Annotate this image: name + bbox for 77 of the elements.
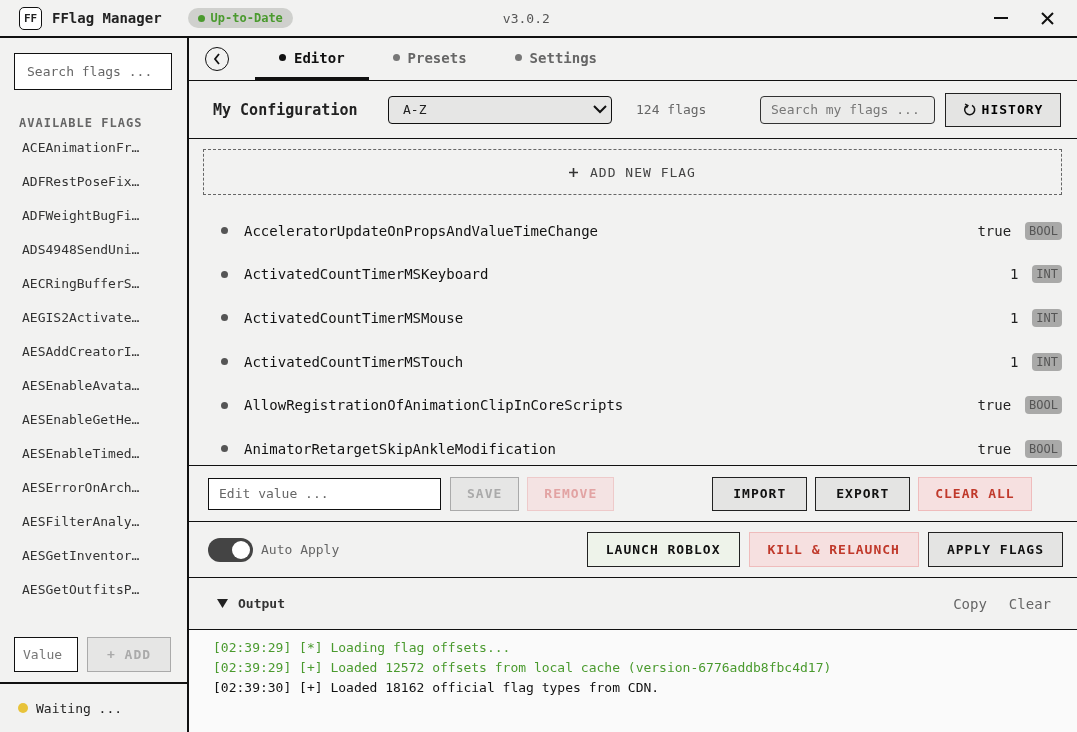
bullet-icon: [221, 358, 228, 366]
flag-list-item[interactable]: AESEnableGetHe…: [14, 402, 171, 436]
collapse-caret-icon[interactable]: [217, 599, 228, 608]
type-tag: BOOL: [1025, 221, 1062, 240]
tab[interactable]: Settings: [490, 38, 622, 80]
output-action-button[interactable]: Copy: [941, 595, 987, 612]
version-label: v3.0.2: [502, 10, 551, 26]
action-button[interactable]: KILL & RELAUNCH: [748, 532, 919, 567]
action-button[interactable]: LAUNCH ROBLOX: [586, 532, 740, 567]
flag-name[interactable]: AllowRegistrationOfAnimationClipInCoreScripts: [244, 397, 978, 414]
auto-apply-toggle[interactable]: [208, 537, 253, 562]
flag-list-item[interactable]: AESFilterAnaly…: [14, 504, 171, 538]
add-flag-button[interactable]: ADD NEW FLAG: [203, 149, 1062, 195]
flag-name[interactable]: AcceleratorUpdateOnPropsAndValueTimeChange: [244, 222, 978, 239]
flag-name[interactable]: ActivatedCountTimerMSTouch: [244, 353, 1010, 370]
flag-list-item[interactable]: ADFWeightBugFi…: [14, 198, 171, 232]
chevron-left-icon: [213, 53, 221, 65]
output-action-button[interactable]: Clear: [996, 595, 1051, 612]
history-button[interactable]: HISTORY: [945, 92, 1061, 127]
flag-list-item[interactable]: AESGetOutfitsP…: [14, 572, 171, 606]
type-tag: INT: [1032, 265, 1062, 284]
sort-dropdown[interactable]: A-Z: [388, 95, 612, 124]
flag-list-item[interactable]: AEGIS2Activate…: [14, 300, 171, 334]
flag-value: true: [977, 222, 1012, 239]
flag-value: 1: [1009, 353, 1019, 370]
tab[interactable]: Presets: [368, 38, 491, 80]
status-badge: Up-to-Date: [187, 8, 293, 28]
config-title: My Configuration: [213, 100, 359, 119]
flag-name[interactable]: ActivatedCountTimerMSKeyboard: [244, 266, 1010, 283]
edit-value-field[interactable]: Edit value ...: [208, 477, 441, 510]
app-title: FFlag Manager: [52, 10, 162, 26]
bullet-icon: [221, 227, 228, 235]
bullet-icon: [221, 270, 228, 278]
log-line: [02:39:29] [*] Loading flag offsets...: [213, 640, 512, 655]
search-field[interactable]: Search my flags ...: [760, 95, 935, 124]
flag-list-item[interactable]: ACEAnimationFr…: [14, 130, 171, 164]
flag-list-item[interactable]: AESAddCreatorI…: [14, 334, 171, 368]
flag-list-item[interactable]: ADS4948SendUni…: [14, 232, 171, 266]
action-button[interactable]: APPLY FLAGS: [927, 532, 1063, 567]
flag-value: true: [977, 397, 1012, 414]
flag-list-item[interactable]: ADFRestPoseFix…: [14, 164, 171, 198]
chevron-down-icon: [593, 105, 607, 114]
type-tag: BOOL: [1025, 396, 1062, 415]
status-text: Waiting ...: [36, 700, 123, 716]
action-button[interactable]: EXPORT: [815, 476, 911, 511]
tab[interactable]: Editor: [255, 38, 369, 80]
value-field[interactable]: Value: [14, 637, 78, 672]
section-heading: AVAILABLE FLAGS: [18, 116, 144, 130]
action-button[interactable]: IMPORT: [712, 476, 808, 511]
flag-list-item[interactable]: AESErrorOnArch…: [14, 470, 171, 504]
type-tag: BOOL: [1025, 439, 1062, 458]
flag-list-item[interactable]: AESGetInventor…: [14, 538, 171, 572]
flag-list-item[interactable]: AESEnableAvata…: [14, 368, 171, 402]
flag-list-item[interactable]: AECRingBufferS…: [14, 266, 171, 300]
bullet-icon: [221, 401, 228, 409]
plus-icon: [569, 167, 579, 177]
search-field[interactable]: Search flags ...: [14, 53, 172, 90]
flag-name[interactable]: ActivatedCountTimerMSMouse: [244, 310, 1010, 326]
bullet-icon: [221, 314, 228, 322]
flag-list-item[interactable]: AESEnableTimed…: [14, 436, 171, 470]
log-line: [02:39:29] [+] Loaded 12572 offsets from local cache (version-6776addb8fbc4d17): [213, 660, 833, 675]
history-icon: [962, 103, 976, 116]
flag-value: true: [977, 440, 1012, 457]
toggle-label: Auto Apply: [261, 542, 341, 557]
close-icon: [1040, 11, 1054, 25]
flag-count: 124 flags: [636, 102, 708, 117]
flag-value: 1: [1009, 266, 1019, 283]
minimize-icon: [994, 17, 1008, 19]
app-logo: FF: [19, 6, 42, 30]
output-title: Output: [238, 596, 286, 611]
action-button[interactable]: CLEAR ALL: [918, 476, 1032, 511]
flag-value: 1: [1009, 310, 1019, 326]
flag-name[interactable]: AnimatorRetargetSkipAnkleModification: [244, 440, 978, 457]
bullet-icon: [221, 445, 228, 453]
type-tag: INT: [1032, 352, 1062, 371]
type-tag: INT: [1032, 309, 1062, 327]
log-line: [02:39:30] [+] Loaded 18162 official flag types from CDN.: [213, 680, 661, 695]
